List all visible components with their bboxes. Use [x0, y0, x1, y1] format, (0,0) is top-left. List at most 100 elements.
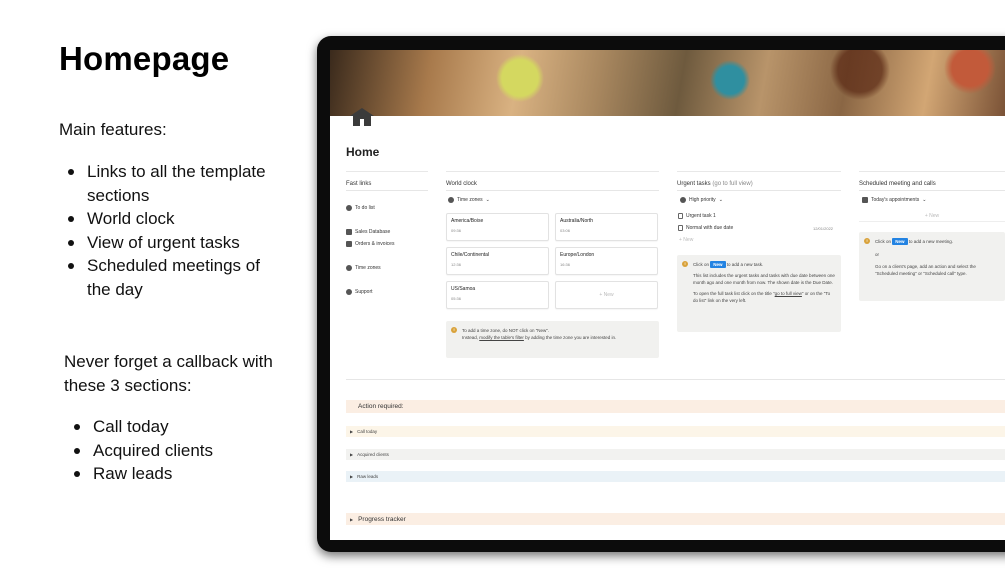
callout-text-part: by adding the time zone you are interest… [523, 335, 617, 340]
urgent-tasks-header: Urgent tasks (go to full view) [677, 181, 841, 191]
database-icon [346, 229, 352, 235]
clock-card[interactable]: US/Samoa 05:36 [446, 281, 549, 309]
view-label: High priority [689, 197, 716, 203]
view-label: Time zones [457, 197, 483, 203]
fast-link-timezones[interactable]: Time zones [346, 265, 381, 271]
fast-link-label: Orders & invoices [355, 241, 395, 247]
task-row[interactable]: Urgent task 1 [678, 213, 716, 219]
clock-name: US/Samoa [451, 286, 476, 292]
clock-time: 03:06 [560, 228, 571, 233]
new-badge: New [710, 261, 726, 268]
home-icon [350, 108, 374, 126]
callout-text: To add a time zone, do NOT click on "New… [462, 328, 550, 333]
clock-card[interactable]: Europe/London 16:36 [555, 247, 658, 275]
toggle-call-today[interactable]: ▶ Call today [346, 426, 1005, 437]
divider [446, 171, 659, 172]
todays-appointments-view-tab[interactable]: Today's appointments ⌄ [862, 197, 926, 203]
info-icon [346, 289, 352, 295]
world-clock-callout: ! To add a time zone, do NOT click on "N… [446, 321, 659, 358]
full-view-link[interactable]: go to full view [775, 291, 802, 296]
fast-link-support[interactable]: Support [346, 289, 373, 295]
feature-item: World clock [59, 207, 279, 231]
clock-card[interactable]: Australia/North 03:06 [555, 213, 658, 241]
triangle-right-icon: ▶ [350, 429, 354, 434]
toggle-acquired-clients[interactable]: ▶ Acquired clients [346, 449, 1005, 460]
slide-title: Homepage [59, 40, 230, 77]
warning-icon: ! [451, 327, 457, 333]
calendar-icon [862, 197, 868, 203]
feature-item: View of urgent tasks [59, 231, 279, 255]
callback-intro: Never forget a callback with these 3 sec… [64, 352, 273, 395]
time-zones-view-tab[interactable]: Time zones ⌄ [448, 197, 490, 203]
clock-name: Europe/London [560, 252, 595, 258]
clock-name: Chile/Continental [451, 252, 490, 258]
urgent-tasks-title: Urgent tasks [677, 181, 711, 187]
notion-screen: Home Fast links World clock Urgent tasks… [330, 50, 1005, 540]
meetings-callout: ! Click on New to add a new meeting. or … [859, 232, 1005, 301]
fast-link-label: Sales Database [355, 229, 391, 235]
new-task-button[interactable]: + New [679, 237, 693, 243]
clock-time: 16:36 [560, 262, 571, 267]
toggle-progress-tracker[interactable]: ▶ Progress tracker [346, 513, 1005, 525]
callout-text-part: to add a new meeting. [907, 239, 954, 244]
callout-text: or [875, 252, 880, 257]
toggle-label: Raw leads [357, 474, 379, 479]
callout-text: This list includes the urgent tasks and … [693, 273, 835, 285]
features-list: Links to all the template sections World… [59, 160, 279, 301]
fast-link-orders[interactable]: Orders & invoices [346, 241, 394, 247]
high-priority-view-tab[interactable]: High priority ⌄ [680, 197, 723, 203]
callout-text: Instead, modify the table's filter by ad… [462, 334, 653, 341]
meetings-header: Scheduled meeting and calls [859, 181, 1005, 191]
new-meeting-button[interactable]: + New [859, 210, 1005, 222]
section-item: Raw leads [65, 462, 213, 486]
fast-link-label: Time zones [355, 265, 381, 271]
divider [859, 171, 1005, 172]
callout-text: Go on a client's page, add an action and… [875, 264, 976, 276]
callout-text: Click on New to add a new meeting. [875, 238, 999, 245]
chevron-down-icon: ⌄ [718, 197, 723, 203]
page-icon [678, 213, 683, 219]
view-label: Today's appointments [871, 197, 920, 203]
toggle-label: Progress tracker [358, 515, 406, 523]
world-clock-header: World clock [446, 181, 659, 191]
divider [677, 171, 841, 172]
invoice-icon [346, 241, 352, 247]
clock-name: America/Boise [451, 218, 484, 224]
clock-time: 09:36 [451, 228, 462, 233]
checklist-icon [346, 205, 352, 211]
globe-icon [346, 265, 352, 271]
triangle-right-icon: ▶ [350, 452, 354, 457]
clock-card[interactable]: America/Boise 09:36 [446, 213, 549, 241]
fast-link-label: Support [355, 289, 373, 295]
callout-text: Click on New to add a new task. [693, 261, 835, 268]
new-clock-button[interactable]: + New [555, 281, 658, 309]
fast-link-label: To do list [355, 205, 375, 211]
callout-text: To open the full task list click on the … [693, 290, 835, 304]
task-label: Urgent task 1 [686, 213, 716, 219]
divider [346, 379, 1005, 380]
fast-link-sales[interactable]: Sales Database [346, 229, 390, 235]
chevron-down-icon: ⌄ [922, 197, 927, 203]
task-label: Normal with due date [686, 225, 734, 231]
task-row[interactable]: Normal with due date [678, 225, 733, 231]
action-required-heading: Action required: [346, 400, 1005, 413]
full-view-link[interactable]: (go to full view) [712, 181, 752, 187]
fast-links-header: Fast links [346, 181, 428, 191]
new-badge: New [892, 238, 908, 245]
table-filter-link[interactable]: modify the table's filter [479, 335, 524, 340]
page-icon [678, 225, 683, 231]
clock-time: 05:36 [451, 296, 462, 301]
callout-text-part: Click on [693, 262, 711, 267]
toggle-label: Acquired clients [357, 452, 389, 457]
warning-icon: ! [864, 238, 870, 244]
fast-link-todo[interactable]: To do list [346, 205, 375, 211]
globe-icon [448, 197, 454, 203]
clock-card[interactable]: Chile/Continental 12:36 [446, 247, 549, 275]
callout-text-part: To open the full task list click on the … [693, 291, 775, 296]
chevron-down-icon: ⌄ [485, 197, 490, 203]
divider [346, 171, 428, 172]
priority-icon [680, 197, 686, 203]
toggle-raw-leads[interactable]: ▶ Raw leads [346, 471, 1005, 482]
triangle-right-icon: ▶ [350, 474, 354, 479]
task-due-date: 12/01/2022 [813, 226, 834, 231]
